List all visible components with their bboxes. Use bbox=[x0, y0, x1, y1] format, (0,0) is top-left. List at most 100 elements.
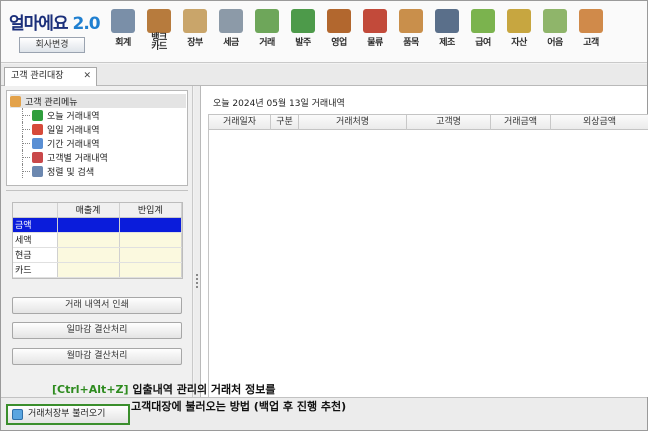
close-icon[interactable]: ✕ bbox=[83, 68, 91, 85]
tree-item-label: 정렬 및 검색 bbox=[47, 167, 95, 178]
toolbar-button[interactable]: 장부 bbox=[178, 9, 212, 63]
summary-row-label: 카드 bbox=[13, 262, 58, 278]
shortcut-note-line1: [Ctrl+Alt+Z] 입출내역 관리의 거래처 정보를 bbox=[52, 381, 275, 397]
briefcase-icon bbox=[327, 9, 351, 33]
truck-icon bbox=[363, 9, 387, 33]
users-icon bbox=[10, 95, 21, 107]
summary-row[interactable]: 현금 bbox=[13, 247, 182, 263]
grid-column-header[interactable]: 구분 bbox=[271, 115, 299, 130]
tab-bar: 고객 관리대장 ✕ bbox=[1, 64, 647, 86]
summary-header-sales: 매출계 bbox=[57, 203, 120, 218]
toolbar-label: 제조 bbox=[439, 38, 455, 48]
toolbar-button[interactable]: 고객 bbox=[574, 9, 608, 63]
tree-item-icon bbox=[32, 165, 43, 177]
summary-cell[interactable] bbox=[119, 232, 182, 248]
change-company-button[interactable]: 회사변경 bbox=[19, 37, 85, 53]
toolbar-button[interactable]: 발주 bbox=[286, 9, 320, 63]
transactions-grid[interactable]: 거래일자 구분 거래처명 고객명 거래금액 외상금액 bbox=[208, 114, 648, 397]
toolbar-button[interactable]: 물류 bbox=[358, 9, 392, 63]
grid-column-header[interactable]: 거래일자 bbox=[209, 115, 271, 130]
calculator-icon bbox=[111, 9, 135, 33]
toolbar-label: 물류 bbox=[367, 38, 383, 48]
toolbar-label: 세금 bbox=[223, 38, 239, 48]
summary-header-returns: 반입계 bbox=[119, 203, 182, 218]
grid-column-header[interactable]: 외상금액 bbox=[551, 115, 648, 130]
tax-invoice-icon bbox=[219, 9, 243, 33]
monthly-close-button[interactable]: 월마감 결산처리 bbox=[12, 348, 182, 365]
summary-cell[interactable] bbox=[119, 247, 182, 263]
toolbar-label: 발주 bbox=[295, 38, 311, 48]
brand-name: 얼마에요 bbox=[9, 14, 69, 34]
toolbar-label: 영업 bbox=[331, 38, 347, 48]
toolbar-button[interactable]: 회계 bbox=[106, 9, 140, 63]
load-ledger-label: 거래처장부 불러오기 bbox=[28, 409, 106, 419]
note-text-1: 입출내역 관리의 거래처 정보를 bbox=[132, 383, 276, 396]
summary-cell[interactable] bbox=[57, 262, 120, 278]
daily-close-button[interactable]: 일마감 결산처리 bbox=[12, 322, 182, 339]
summary-cell[interactable] bbox=[119, 217, 182, 233]
brand-logo: 얼마에요 2.0 bbox=[9, 9, 105, 34]
summary-row-label: 세액 bbox=[13, 232, 58, 248]
payroll-icon bbox=[471, 9, 495, 33]
toolbar-button[interactable]: 급여 bbox=[466, 9, 500, 63]
toolbar-button[interactable]: 자산 bbox=[502, 9, 536, 63]
tree-item-icon bbox=[32, 109, 43, 121]
import-icon bbox=[12, 409, 23, 420]
print-statement-button[interactable]: 거래 내역서 인쇄 bbox=[12, 297, 182, 314]
menu-tree: 고객 관리메뉴 오늘 거래내역일일 거래내역기간 거래내역고객별 거래내역정렬 … bbox=[6, 90, 188, 186]
note-text-2: 고객대장에 불러오는 방법 (백업 후 진행 추천) bbox=[131, 400, 347, 413]
tree-item-icon bbox=[32, 123, 43, 135]
divider bbox=[6, 190, 188, 191]
toolbar-button[interactable]: 제조 bbox=[430, 9, 464, 63]
grid-header: 거래일자 구분 거래처명 고객명 거래금액 외상금액 bbox=[209, 115, 648, 130]
summary-cell[interactable] bbox=[57, 247, 120, 263]
toolbar-button[interactable]: 세금 bbox=[214, 9, 248, 63]
tree-root[interactable]: 고객 관리메뉴 bbox=[10, 94, 186, 108]
tree-item[interactable]: 일일 거래내역 bbox=[10, 122, 187, 136]
toolbar-button[interactable]: 뱅크 카드 bbox=[142, 9, 176, 63]
load-ledger-button[interactable]: 거래처장부 불러오기 bbox=[6, 404, 130, 425]
toolbar-button[interactable]: 영업 bbox=[322, 9, 356, 63]
toolbar-label: 어음 bbox=[547, 38, 563, 48]
tree-item-icon bbox=[32, 137, 43, 149]
toolbar-label: 장부 bbox=[187, 38, 203, 48]
toolbar-button[interactable]: 품목 bbox=[394, 9, 428, 63]
summary-cell[interactable] bbox=[57, 217, 120, 233]
customers-icon bbox=[579, 9, 603, 33]
summary-cell[interactable] bbox=[119, 262, 182, 278]
summary-row-label: 현금 bbox=[13, 247, 58, 263]
summary-row[interactable]: 세액 bbox=[13, 232, 182, 248]
toolbar-label: 자산 bbox=[511, 38, 527, 48]
transaction-icon bbox=[255, 9, 279, 33]
tree-item-label: 고객별 거래내역 bbox=[47, 153, 108, 164]
main-panel: 오늘 2024년 05월 13일 거래내역 거래일자 구분 거래처명 고객명 거래금액 외… bbox=[200, 86, 648, 397]
toolbar-label: 뱅크 카드 bbox=[151, 33, 167, 52]
tree-item[interactable]: 기간 거래내역 bbox=[10, 136, 187, 150]
tab-customer-ledger[interactable]: 고객 관리대장 ✕ bbox=[4, 67, 97, 86]
grid-column-header[interactable]: 거래처명 bbox=[299, 115, 407, 130]
toolbar-label: 품목 bbox=[403, 38, 419, 48]
bill-icon bbox=[543, 9, 567, 33]
box-icon bbox=[399, 9, 423, 33]
money-bag-icon bbox=[507, 9, 531, 33]
tree-item[interactable]: 오늘 거래내역 bbox=[10, 108, 187, 122]
summary-table: 매출계 반입계 금액 세액 현금 카드 bbox=[12, 202, 183, 279]
tree-item[interactable]: 고객별 거래내역 bbox=[10, 150, 187, 164]
summary-row[interactable]: 카드 bbox=[13, 262, 182, 278]
tree-item[interactable]: 정렬 및 검색 bbox=[10, 164, 187, 178]
summary-cell[interactable] bbox=[57, 232, 120, 248]
tree-item-icon bbox=[32, 151, 43, 163]
toolbar-button[interactable]: 거래 bbox=[250, 9, 284, 63]
tree-item-label: 기간 거래내역 bbox=[47, 139, 100, 150]
tools-icon bbox=[435, 9, 459, 33]
tree-item-label: 일일 거래내역 bbox=[47, 125, 100, 136]
summary-row[interactable]: 금액 bbox=[13, 217, 182, 233]
toolbar-label: 급여 bbox=[475, 38, 491, 48]
order-icon bbox=[291, 9, 315, 33]
ledger-icon bbox=[183, 9, 207, 33]
grid-column-header[interactable]: 고객명 bbox=[407, 115, 491, 130]
brand-version: 2.0 bbox=[72, 14, 100, 34]
toolbar-button[interactable]: 어음 bbox=[538, 9, 572, 63]
grid-column-header[interactable]: 거래금액 bbox=[491, 115, 551, 130]
tree-item-label: 오늘 거래내역 bbox=[47, 111, 100, 122]
